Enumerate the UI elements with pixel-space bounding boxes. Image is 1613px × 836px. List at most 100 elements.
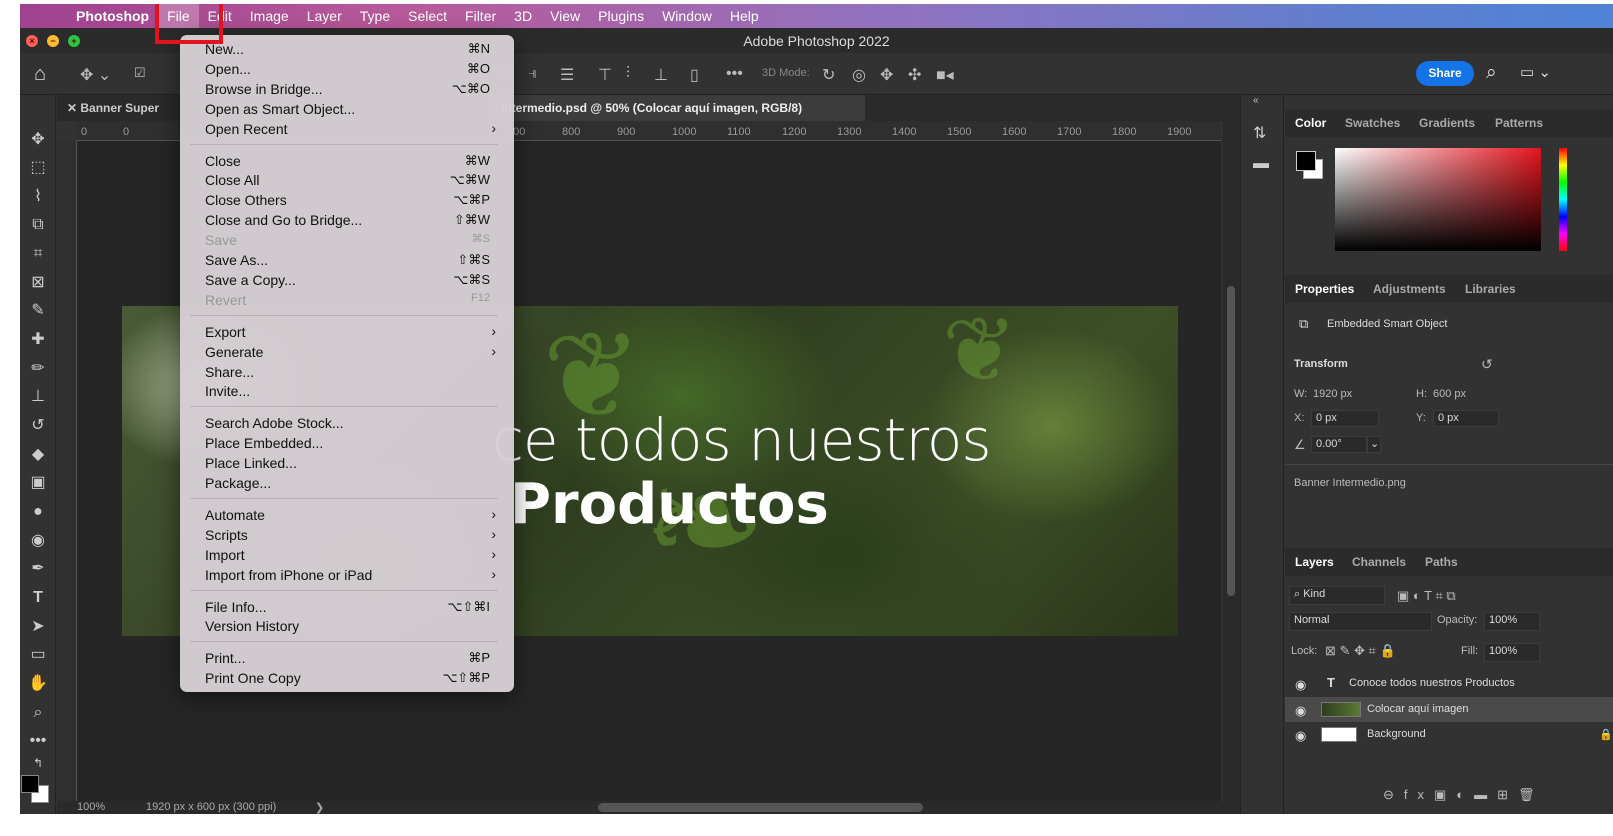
crop-tool-icon[interactable]: ⌗ <box>24 242 52 266</box>
file-menu-item-share[interactable]: Share... <box>180 362 514 382</box>
frame-tool-icon[interactable]: ⊠ <box>24 271 52 295</box>
vertical-scrollbar[interactable] <box>1223 121 1240 801</box>
align-bottom-icon[interactable]: ⊥ <box>654 65 668 85</box>
foreground-color-swatch[interactable] <box>21 775 39 793</box>
menu-view[interactable]: View <box>541 4 589 28</box>
clone-stamp-tool-icon[interactable]: ⊥ <box>24 385 52 409</box>
file-menu-item-save-as[interactable]: Save As... ⇧⌘S <box>180 250 514 270</box>
align-middle-icon[interactable]: ⫶ <box>626 65 630 83</box>
tab-gradients[interactable]: Gradients <box>1419 116 1475 130</box>
file-menu-item-print[interactable]: Print... ⌘P <box>180 648 514 668</box>
tab-libraries[interactable]: Libraries <box>1465 282 1516 296</box>
menu-photoshop[interactable]: Photoshop <box>68 4 158 28</box>
scroll-thumb[interactable] <box>1227 286 1235 596</box>
tab-active-document[interactable]: intermedio.psd @ 50% (Colocar aquí image… <box>491 95 865 121</box>
tab-banner-super[interactable]: ✕ Banner Super <box>57 95 177 121</box>
angle-dropdown-icon[interactable]: ⌄ <box>1367 436 1381 453</box>
3d-camera-icon[interactable]: ■◂ <box>936 65 954 85</box>
file-menu-item-close-others[interactable]: Close Others ⌥⌘P <box>180 190 514 210</box>
menu-plugins[interactable]: Plugins <box>589 4 653 28</box>
blur-tool-icon[interactable]: ● <box>24 500 52 524</box>
eraser-tool-icon[interactable]: ◆ <box>24 443 52 467</box>
align-right-icon[interactable]: ⫣ <box>528 65 538 83</box>
file-menu-item-search-adobe-stock[interactable]: Search Adobe Stock... <box>180 413 514 433</box>
3d-orbit-icon[interactable]: ↻ <box>822 65 835 85</box>
file-menu-item-import[interactable]: Import › <box>180 545 514 565</box>
file-menu-item-version-history[interactable]: Version History <box>180 616 514 636</box>
file-menu-item-open[interactable]: Open... ⌘O <box>180 59 514 79</box>
pen-tool-icon[interactable]: ✒ <box>24 557 52 581</box>
edit-toolbar-icon[interactable]: ••• <box>24 729 52 753</box>
layer-row-text[interactable]: ◉ T Conoce todos nuestros Productos <box>1285 671 1613 696</box>
file-menu-item-place-linked[interactable]: Place Linked... <box>180 453 514 473</box>
move-tool-icon[interactable]: ✥ <box>24 128 52 152</box>
menu-image[interactable]: Image <box>241 4 298 28</box>
close-tab-icon[interactable]: ✕ <box>67 101 80 115</box>
file-menu-item-scripts[interactable]: Scripts › <box>180 525 514 545</box>
distribute-vertical-icon[interactable]: ▯ <box>690 65 699 85</box>
lasso-tool-icon[interactable]: ⌇ <box>24 185 52 209</box>
history-panel-icon[interactable]: ⇅ <box>1253 123 1266 143</box>
search-icon[interactable]: ⌕ <box>1486 62 1497 84</box>
file-menu-item-print-one-copy[interactable]: Print One Copy ⌥⇧⌘P <box>180 668 514 688</box>
eye-icon[interactable]: ◉ <box>1295 677 1306 693</box>
file-menu-item-open-recent[interactable]: Open Recent › <box>180 119 514 139</box>
file-menu-item-close-and-go-to-bridge[interactable]: Close and Go to Bridge... ⇧⌘W <box>180 210 514 230</box>
zoom-level[interactable]: 100% <box>77 801 105 813</box>
history-brush-tool-icon[interactable]: ↺ <box>24 414 52 438</box>
marquee-tool-icon[interactable]: ⬚ <box>24 156 52 180</box>
tab-layers[interactable]: Layers <box>1295 555 1334 569</box>
menu-window[interactable]: Window <box>653 4 721 28</box>
menu-file[interactable]: File <box>158 4 199 28</box>
layer-row-image[interactable]: ◉ Colocar aquí imagen <box>1285 697 1613 722</box>
move-tool-icon[interactable]: ✥ ⌄ <box>80 65 111 85</box>
layer-row-background[interactable]: ◉ Background 🔒 <box>1285 722 1613 747</box>
menu-layer[interactable]: Layer <box>298 4 351 28</box>
file-menu-item-automate[interactable]: Automate › <box>180 505 514 525</box>
3d-roll-icon[interactable]: ◎ <box>852 65 866 85</box>
hue-slider[interactable] <box>1559 148 1567 251</box>
x-position-input[interactable]: 0 px <box>1311 410 1379 427</box>
lock-icons[interactable]: ⊠ ✎ ✥ ⌗ 🔒 <box>1325 643 1396 659</box>
comments-panel-icon[interactable]: ▬ <box>1253 155 1269 173</box>
file-menu-item-import-from-iphone-or-ipad[interactable]: Import from iPhone or iPad › <box>180 565 514 585</box>
path-select-tool-icon[interactable]: ➤ <box>24 615 52 639</box>
hand-tool-icon[interactable]: ✋ <box>24 672 52 696</box>
menu-select[interactable]: Select <box>399 4 456 28</box>
fill-input[interactable]: 100% <box>1484 643 1540 662</box>
3d-slide-icon[interactable]: ✣ <box>908 65 921 85</box>
file-menu-item-file-info[interactable]: File Info... ⌥⇧⌘I <box>180 597 514 617</box>
horizontal-scroll-thumb[interactable] <box>598 803 923 812</box>
tab-color[interactable]: Color <box>1295 116 1326 130</box>
more-options-icon[interactable]: ••• <box>726 65 743 83</box>
file-menu-item-close-all[interactable]: Close All ⌥⌘W <box>180 170 514 190</box>
opacity-input[interactable]: 100% <box>1484 612 1540 631</box>
zoom-tool-icon[interactable]: ⌕ <box>24 701 52 725</box>
type-tool-icon[interactable]: T <box>24 586 52 610</box>
file-menu-item-browse-in-bridge[interactable]: Browse in Bridge... ⌥⌘O <box>180 79 514 99</box>
file-menu-item-package[interactable]: Package... <box>180 473 514 493</box>
angle-input[interactable]: 0.00° <box>1311 436 1367 453</box>
workspace-icon[interactable]: ▭ ⌄ <box>1520 63 1551 81</box>
menu-filter[interactable]: Filter <box>456 4 505 28</box>
file-menu-item-generate[interactable]: Generate › <box>180 342 514 362</box>
pixel-filter-icon[interactable]: ▣ ◐ T ⌗ ⧉ <box>1397 588 1456 604</box>
align-top-icon[interactable]: ⊤ <box>598 65 612 85</box>
menu-help[interactable]: Help <box>721 4 768 28</box>
file-menu-item-open-as-smart-object[interactable]: Open as Smart Object... <box>180 99 514 119</box>
file-menu-item-export[interactable]: Export › <box>180 322 514 342</box>
tab-channels[interactable]: Channels <box>1352 555 1406 569</box>
home-icon[interactable]: ⌂ <box>34 63 46 86</box>
swap-colors-icon[interactable]: ↰ <box>24 751 52 775</box>
dodge-tool-icon[interactable]: ◉ <box>24 529 52 553</box>
rectangle-tool-icon[interactable]: ▭ <box>24 643 52 667</box>
eye-icon[interactable]: ◉ <box>1295 703 1306 719</box>
healing-brush-tool-icon[interactable]: ✚ <box>24 328 52 352</box>
object-select-tool-icon[interactable]: ⧉ <box>24 213 52 237</box>
foreground-color-swatch[interactable] <box>1296 151 1316 171</box>
file-menu-item-invite[interactable]: Invite... <box>180 381 514 401</box>
file-menu-item-save-a-copy[interactable]: Save a Copy... ⌥⌘S <box>180 270 514 290</box>
collapse-panels-icon[interactable]: « <box>1253 95 1259 106</box>
share-button[interactable]: Share <box>1416 61 1474 86</box>
reset-transform-icon[interactable]: ↺ <box>1481 356 1493 373</box>
